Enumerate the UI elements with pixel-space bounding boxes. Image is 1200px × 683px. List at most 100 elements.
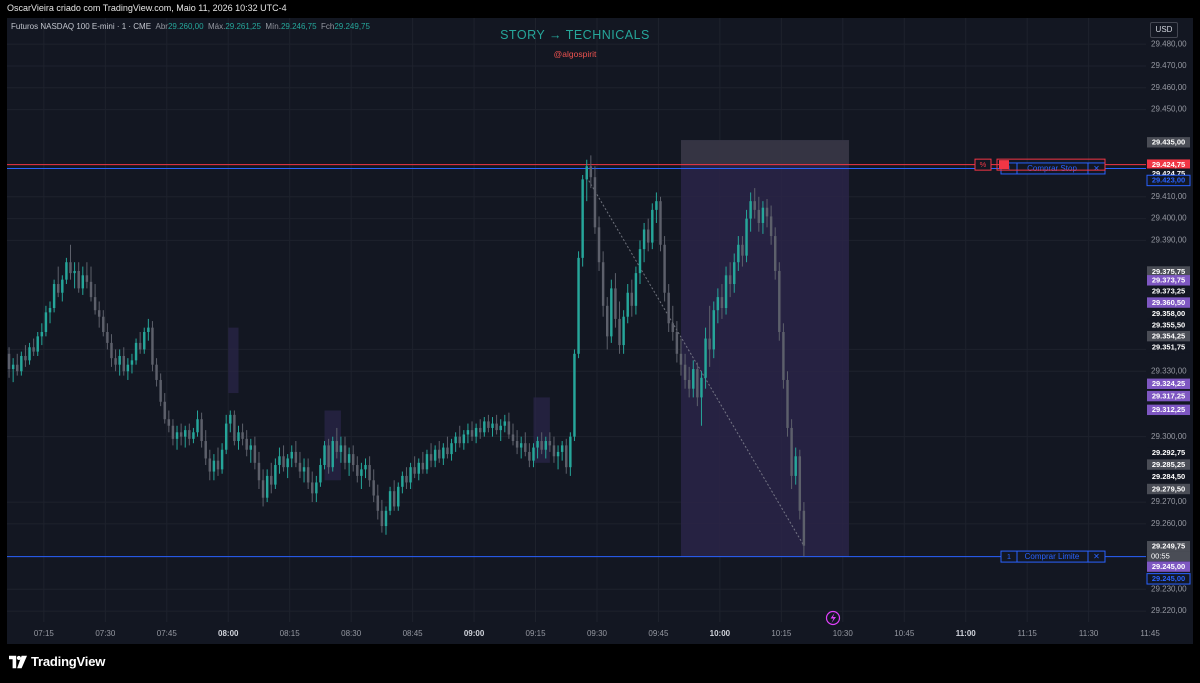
- candle-body: [7, 353, 11, 370]
- price-flag-label: 29.435,00: [1152, 138, 1185, 147]
- candle-body: [183, 430, 187, 437]
- time-axis-label[interactable]: 11:45: [1140, 629, 1160, 638]
- price-axis-label: 29.300,00: [1151, 432, 1187, 441]
- time-axis-label[interactable]: 10:45: [894, 629, 915, 638]
- candle-body: [220, 449, 224, 470]
- candle-body: [368, 465, 371, 481]
- candle-body: [356, 465, 359, 476]
- candle-body: [196, 419, 199, 433]
- price-flag-label: 29.354,25: [1152, 331, 1185, 340]
- candle-body: [798, 456, 802, 511]
- time-axis-label[interactable]: 10:30: [833, 629, 854, 638]
- candle-body: [749, 201, 752, 219]
- time-axis-label[interactable]: 08:15: [280, 629, 301, 638]
- candle-body: [192, 432, 195, 439]
- time-axis-label[interactable]: 07:15: [34, 629, 55, 638]
- time-axis-label[interactable]: 09:30: [587, 629, 608, 638]
- candle-body: [270, 475, 273, 485]
- candle-body: [106, 331, 109, 343]
- candle-body: [556, 451, 560, 457]
- candle-body: [347, 454, 351, 463]
- candle-body: [683, 364, 687, 380]
- price-flag-label: 29.279,50: [1152, 484, 1185, 493]
- candle-body: [745, 218, 748, 256]
- candle-body: [20, 355, 23, 372]
- price-flag-label: 29.285,25: [1152, 460, 1185, 469]
- candle-body: [61, 279, 64, 293]
- candle-body: [298, 462, 302, 472]
- price-flag-label: 29.245,00: [1152, 562, 1185, 571]
- tradingview-logo-icon: [9, 655, 27, 668]
- price-axis-label: 29.450,00: [1151, 105, 1187, 114]
- candle-body: [651, 209, 654, 243]
- candle-body: [282, 456, 285, 468]
- time-axis-label[interactable]: 11:30: [1079, 629, 1099, 638]
- candle-body: [429, 454, 433, 461]
- limit-order-qty: 1: [1007, 552, 1011, 561]
- time-axis-label[interactable]: 07:30: [95, 629, 116, 638]
- candle-body: [495, 423, 498, 431]
- time-axis-label[interactable]: 11:15: [1017, 629, 1037, 638]
- time-axis-label[interactable]: 11:00: [956, 629, 977, 638]
- time-axis-label[interactable]: 09:45: [648, 629, 669, 638]
- time-axis-label[interactable]: 09:15: [526, 629, 547, 638]
- candle-body: [565, 445, 568, 468]
- tradingview-logo[interactable]: TradingView: [9, 654, 105, 669]
- candle-body: [364, 465, 367, 470]
- price-flag-label: 29.375,75: [1152, 267, 1185, 276]
- candle-body: [704, 338, 707, 378]
- price-axis-label: 29.460,00: [1151, 83, 1187, 92]
- price-flag-label: 29.355,50: [1152, 320, 1185, 329]
- candle-body: [233, 414, 236, 442]
- candle-body: [466, 430, 470, 435]
- candle-body: [610, 288, 613, 337]
- candle-body: [659, 201, 662, 245]
- candle-body: [544, 441, 548, 450]
- time-axis-label[interactable]: 09:00: [464, 629, 485, 638]
- price-axis-label: 29.410,00: [1151, 192, 1187, 201]
- candlestick-chart[interactable]: 07:15 07:30 07:45 08:00 08:15 08:30 08:45 09:00…: [0, 0, 1200, 683]
- candle-body: [241, 432, 244, 439]
- time-axis-label[interactable]: 10:15: [771, 629, 792, 638]
- candle-body: [126, 364, 130, 372]
- price-axis-label: 29.470,00: [1151, 61, 1187, 70]
- candle-body: [765, 207, 769, 217]
- candle-body: [147, 327, 150, 332]
- candle-body: [438, 449, 441, 459]
- candle-body: [724, 275, 728, 309]
- candle-body: [392, 491, 396, 507]
- candle-body: [757, 209, 761, 223]
- candle-body: [175, 432, 179, 439]
- candle-body: [569, 436, 572, 468]
- candle-body: [794, 456, 797, 476]
- candle-body: [409, 467, 412, 483]
- candle-body: [728, 275, 732, 285]
- candle-body: [773, 236, 777, 271]
- candle-body: [515, 441, 519, 448]
- countdown-label: 00:55: [1151, 552, 1170, 561]
- limit-order-close-icon[interactable]: ✕: [1093, 552, 1100, 561]
- time-axis-label[interactable]: 07:45: [157, 629, 178, 638]
- time-axis-label[interactable]: 08:45: [403, 629, 424, 638]
- candle-body: [786, 379, 789, 428]
- stop-percent-label: %: [980, 160, 987, 169]
- candle-body: [224, 423, 228, 450]
- candle-body: [257, 462, 261, 481]
- time-axis-label[interactable]: 10:00: [710, 629, 731, 638]
- stop-loss-qty-box: [999, 160, 1009, 170]
- candle-body: [532, 447, 535, 461]
- candle-body: [200, 419, 203, 442]
- time-axis-label[interactable]: 08:00: [218, 629, 239, 638]
- candle-body: [782, 331, 785, 380]
- candle-body: [696, 369, 699, 398]
- candle-body: [143, 331, 146, 350]
- price-flag-label: 29.312,25: [1152, 405, 1185, 414]
- candle-body: [405, 475, 408, 483]
- candle-body: [618, 318, 621, 346]
- stop-order-close-icon[interactable]: ✕: [1093, 164, 1100, 173]
- time-axis-label[interactable]: 08:30: [341, 629, 362, 638]
- currency-button[interactable]: USD: [1150, 22, 1178, 38]
- price-axis-label: 29.230,00: [1151, 584, 1187, 593]
- price-flag-label: 29.351,75: [1152, 343, 1185, 352]
- overlay-title: STORY → TECHNICALS: [500, 28, 650, 42]
